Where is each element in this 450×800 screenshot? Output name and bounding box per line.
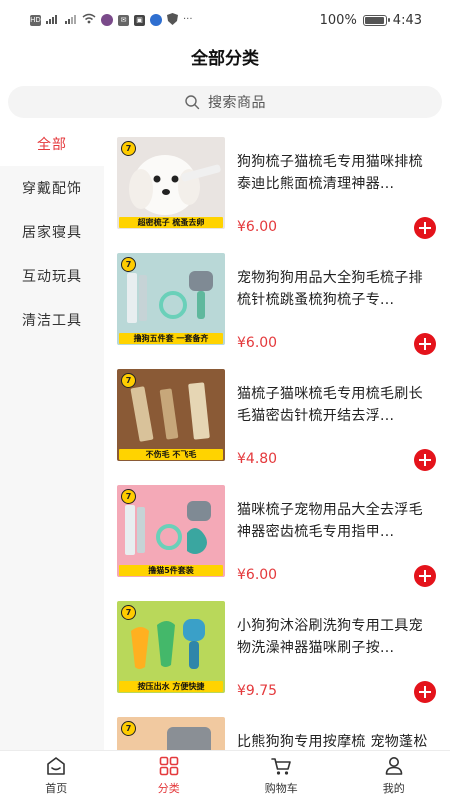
product-card[interactable]: 7 撸猫5件套装 猫咪梳子宠物用品大全去浮毛神器密齿梳毛专用指甲... ¥6.0… [117,485,443,587]
home-icon [47,757,66,775]
plus-icon [419,454,431,466]
product-title: 小狗狗沐浴刷洗狗专用工具宠物洗澡神器猫咪刷子按... [237,618,423,656]
clock: 4:43 [392,12,422,28]
image-banner: 不伤毛 不飞毛 [119,449,223,460]
battery-percent: 100% [319,12,357,28]
tab-category[interactable]: 分类 [113,751,226,800]
category-label: 互动玩具 [22,269,82,285]
product-card[interactable]: 7 超密梳子 梳蚤去卵 狗狗梳子猫梳毛专用猫咪排梳泰迪比熊面梳清理神器... ¥… [117,137,443,239]
plus-icon [419,570,431,582]
category-grid-icon [159,756,179,776]
product-price: ¥6.00 [237,335,278,351]
battery-fill [364,16,384,24]
mail-icon: ✉ [118,14,129,26]
category-label: 穿戴配饰 [22,181,82,197]
product-title: 比熊狗狗专用按摩梳 宠物蓬松洗澡神器 小型犬泰迪梳... [237,734,428,750]
page-title: 全部分类 [191,49,259,69]
category-item-toys[interactable]: 互动玩具 [0,254,104,298]
add-to-cart-button[interactable] [414,681,436,703]
bottom-tab-bar: 首页 分类 购物车 我的 [0,750,450,800]
product-title: 猫咪梳子宠物用品大全去浮毛神器密齿梳毛专用指甲... [237,502,423,540]
category-label: 全部 [37,137,67,153]
brand-logo-icon: 7 [121,141,136,156]
add-to-cart-button[interactable] [414,565,436,587]
product-title: 猫梳子猫咪梳毛专用梳毛刷长毛猫密齿针梳开结去浮... [237,386,423,424]
app-icon [150,14,162,26]
image-banner: 按压出水 方便快捷 [119,681,223,692]
cart-icon [271,758,292,775]
signal-icon [65,14,77,27]
product-price: ¥6.00 [237,567,278,583]
search-placeholder: 搜索商品 [208,95,266,111]
app-icon: ▣ [134,14,145,26]
product-card[interactable]: 7 撸狗五件套 一套备齐 宠物狗狗用品大全狗毛梳子排梳针梳跳蚤梳狗梳子专... … [117,253,443,355]
plus-icon [419,686,431,698]
app-icon [101,14,113,26]
product-price: ¥6.00 [237,219,278,235]
tab-cart[interactable]: 购物车 [225,751,338,800]
tab-home[interactable]: 首页 [0,751,113,800]
product-image: 7 [117,717,225,750]
product-image: 7 不伤毛 不飞毛 [117,369,225,461]
image-banner: 撸狗五件套 一套备齐 [119,333,223,344]
search-icon [185,95,200,110]
brand-logo-icon: 7 [121,489,136,504]
user-icon [385,757,403,775]
status-icons: HD ✉ ▣ ··· [30,12,193,28]
battery-icon [362,14,390,26]
category-item-cleaning[interactable]: 清洁工具 [0,298,104,342]
product-image: 7 撸狗五件套 一套备齐 [117,253,225,345]
signal-5g-icon [46,14,60,27]
more-dots-icon: ··· [183,14,193,25]
brand-logo-icon: 7 [121,257,136,272]
category-item-wearables[interactable]: 穿戴配饰 [0,166,104,210]
category-label: 清洁工具 [22,313,82,329]
category-sidebar: 全部 穿戴配饰 居家寝具 互动玩具 清洁工具 [0,122,104,750]
tab-label: 我的 [382,782,405,795]
brand-logo-icon: 7 [121,721,136,736]
tab-profile[interactable]: 我的 [338,751,450,800]
product-title: 狗狗梳子猫梳毛专用猫咪排梳泰迪比熊面梳清理神器... [237,154,423,192]
plus-icon [419,338,431,350]
product-price: ¥9.75 [237,683,278,699]
add-to-cart-button[interactable] [414,217,436,239]
product-image: 7 按压出水 方便快捷 [117,601,225,693]
tab-label: 购物车 [264,782,298,795]
brand-logo-icon: 7 [121,605,136,620]
add-to-cart-button[interactable] [414,449,436,471]
product-image: 7 撸猫5件套装 [117,485,225,577]
status-bar: HD ✉ ▣ ··· 100% 4:43 [0,0,450,40]
image-banner: 超密梳子 梳蚤去卵 [119,217,223,228]
status-right: 100% 4:43 [320,13,422,28]
category-item-all[interactable]: 全部 [0,122,104,166]
product-price: ¥4.80 [237,451,278,467]
image-banner: 撸猫5件套装 [119,565,223,576]
product-image: 7 超密梳子 梳蚤去卵 [117,137,225,229]
brand-logo-icon: 7 [121,373,136,388]
plus-icon [419,222,431,234]
product-card[interactable]: 7 比熊狗狗专用按摩梳 宠物蓬松洗澡神器 小型犬泰迪梳... [117,717,443,750]
tab-label: 首页 [45,782,68,795]
add-to-cart-button[interactable] [414,333,436,355]
hd-icon: HD [30,14,41,26]
category-label: 居家寝具 [22,225,82,241]
tab-label: 分类 [157,782,180,795]
category-item-bedding[interactable]: 居家寝具 [0,210,104,254]
search-input[interactable]: 搜索商品 [8,86,442,118]
product-card[interactable]: 7 按压出水 方便快捷 小狗狗沐浴刷洗狗专用工具宠物洗澡神器猫咪刷子按... ¥… [117,601,443,703]
product-list: 7 超密梳子 梳蚤去卵 狗狗梳子猫梳毛专用猫咪排梳泰迪比熊面梳清理神器... ¥… [104,122,450,750]
wifi-icon [82,13,96,27]
product-card[interactable]: 7 不伤毛 不飞毛 猫梳子猫咪梳毛专用梳毛刷长毛猫密齿针梳开结去浮... ¥4.… [117,369,443,471]
shield-icon [167,12,178,28]
product-title: 宠物狗狗用品大全狗毛梳子排梳针梳跳蚤梳狗梳子专... [237,270,423,308]
